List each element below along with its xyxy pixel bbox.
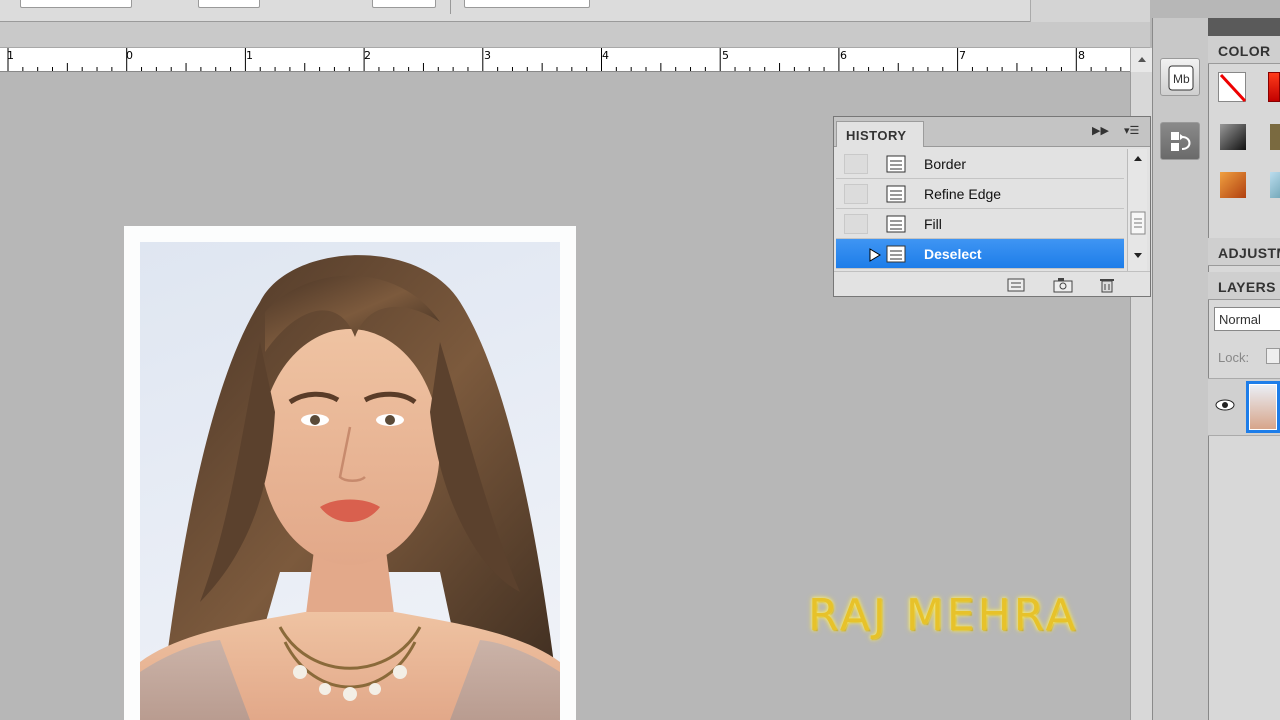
eye-icon[interactable] bbox=[1214, 397, 1236, 413]
history-state-icon bbox=[886, 245, 906, 263]
history-item-label: Deselect bbox=[924, 246, 982, 262]
document-canvas[interactable] bbox=[124, 226, 576, 720]
camera-snapshot-icon[interactable] bbox=[1052, 277, 1074, 293]
options-divider bbox=[450, 0, 451, 14]
ruler-mark: 2 bbox=[364, 49, 371, 62]
history-item-label: Fill bbox=[924, 216, 942, 232]
history-state-icon bbox=[886, 185, 906, 203]
tab-adjustments[interactable]: ADJUSTM bbox=[1208, 238, 1280, 266]
blue-swatch[interactable] bbox=[1270, 172, 1280, 198]
olive-swatch[interactable] bbox=[1270, 124, 1280, 150]
orange-gradient-swatch[interactable] bbox=[1220, 172, 1246, 198]
history-dock-button[interactable] bbox=[1160, 122, 1200, 160]
new-document-from-state-icon[interactable] bbox=[1006, 277, 1026, 293]
layer-thumbnail bbox=[1246, 381, 1280, 433]
scroll-up-arrow[interactable] bbox=[1130, 48, 1152, 72]
option-field-1[interactable] bbox=[198, 0, 260, 8]
tab-color[interactable]: COLOR bbox=[1208, 36, 1280, 64]
history-item[interactable]: Fill bbox=[836, 209, 1124, 239]
horizontal-ruler[interactable]: 1 0 1 2 3 4 5 6 7 8 bbox=[0, 48, 1130, 72]
double-arrow-right-icon[interactable]: ▶▶ bbox=[1092, 125, 1109, 137]
lock-transparency-checkbox[interactable] bbox=[1266, 348, 1280, 364]
ruler-mark: 7 bbox=[959, 49, 966, 62]
layer-row[interactable] bbox=[1208, 378, 1280, 436]
ruler-mark: 8 bbox=[1078, 49, 1085, 62]
history-snapshot-source-checkbox[interactable] bbox=[844, 184, 868, 204]
document-tab-strip bbox=[0, 22, 1150, 48]
mini-bridge-icon: Mb bbox=[1168, 65, 1194, 91]
history-state-icon bbox=[886, 215, 906, 233]
ruler-mark: 1 bbox=[7, 49, 14, 62]
dark-gradient-swatch[interactable] bbox=[1220, 124, 1246, 150]
history-state-slider-icon[interactable] bbox=[868, 248, 882, 262]
history-item-label: Border bbox=[924, 156, 967, 172]
portrait-photo bbox=[140, 242, 560, 720]
red-swatch[interactable] bbox=[1268, 72, 1280, 102]
history-panel-icon bbox=[1171, 132, 1191, 151]
ruler-mark: 5 bbox=[722, 49, 729, 62]
history-footer bbox=[834, 271, 1150, 296]
tab-layers[interactable]: LAYERS bbox=[1208, 272, 1280, 300]
history-item[interactable]: Border bbox=[836, 149, 1124, 179]
history-title: HISTORY bbox=[846, 128, 907, 143]
option-field-2[interactable] bbox=[372, 0, 436, 8]
history-scrollbar[interactable] bbox=[1127, 149, 1147, 271]
ruler-mark: 4 bbox=[602, 49, 609, 62]
history-item-selected[interactable]: Deselect bbox=[836, 239, 1124, 269]
ruler-mark: 3 bbox=[484, 49, 491, 62]
history-item[interactable]: Refine Edge bbox=[836, 179, 1124, 209]
mini-bridge-button[interactable]: Mb bbox=[1160, 58, 1200, 96]
ruler-mark: 0 bbox=[126, 49, 133, 62]
ruler-mark: 6 bbox=[840, 49, 847, 62]
panel-menu-icon[interactable]: ▾☰ bbox=[1124, 125, 1139, 137]
svg-text:Mb: Mb bbox=[1173, 72, 1190, 86]
history-snapshot-source-checkbox[interactable] bbox=[844, 214, 868, 234]
tab-history[interactable]: HISTORY bbox=[836, 121, 924, 147]
watermark-text: RAJ MEHRA bbox=[808, 590, 1079, 641]
tool-preset-field[interactable] bbox=[20, 0, 132, 8]
lock-label: Lock: bbox=[1218, 350, 1250, 365]
history-panel: HISTORY ▶▶ ▾☰ Border Refine Edge Fill De… bbox=[833, 116, 1151, 297]
options-bar bbox=[0, 0, 1150, 22]
history-snapshot-source-checkbox[interactable] bbox=[844, 244, 868, 264]
history-snapshot-source-checkbox[interactable] bbox=[844, 154, 868, 174]
ruler-mark: 1 bbox=[246, 49, 253, 62]
portrait-illustration bbox=[140, 255, 560, 720]
history-item-label: Refine Edge bbox=[924, 186, 1002, 202]
no-color-swatch[interactable] bbox=[1218, 72, 1247, 103]
options-bar-end bbox=[1030, 0, 1150, 22]
history-state-icon bbox=[886, 155, 906, 173]
history-panel-header: HISTORY ▶▶ ▾☰ bbox=[834, 117, 1150, 147]
blend-mode-select[interactable]: Normal bbox=[1214, 307, 1280, 331]
trash-icon[interactable] bbox=[1098, 276, 1116, 294]
refine-edge-button[interactable] bbox=[464, 0, 590, 8]
